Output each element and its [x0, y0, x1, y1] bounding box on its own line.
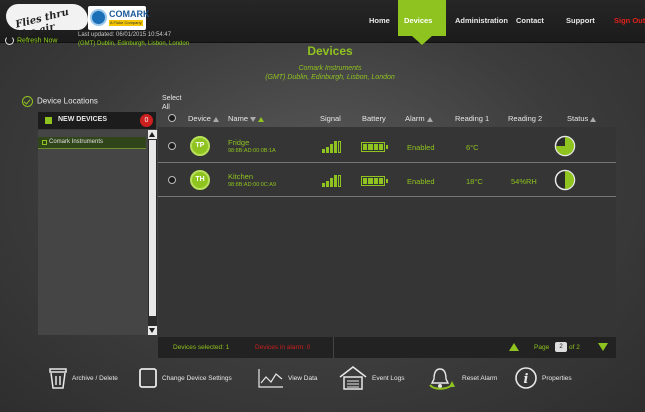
locations-panel: [38, 130, 148, 335]
new-devices-item[interactable]: NEW DEVICES 0: [38, 112, 156, 129]
refresh-icon: [5, 36, 14, 45]
col-signal: Signal: [320, 114, 341, 123]
status-pie-icon: [554, 135, 576, 157]
status-pie-icon: [554, 169, 576, 191]
page-total: of 2: [569, 344, 580, 351]
flies-logo: Flies thru the air: [6, 4, 88, 41]
sort-desc-icon: [250, 116, 257, 122]
refresh-now-button[interactable]: Refresh Now: [5, 36, 57, 45]
select-all-label: Select All: [162, 95, 182, 111]
bell-reset-icon: [429, 368, 455, 390]
comark-logo: COMARK A Fluke Company: [88, 6, 150, 30]
col-reading1: Reading 1: [455, 114, 490, 123]
devices-in-alarm-count: Devices in alarm: 0: [255, 344, 311, 351]
col-status[interactable]: Status: [567, 114, 597, 123]
device-mac: 98:8B:AD:00:0B:1A: [228, 148, 276, 154]
scroll-thumb[interactable]: [149, 140, 156, 316]
archive-delete-button[interactable]: Archive / Delete: [48, 362, 118, 394]
tablet-icon: [139, 368, 157, 388]
sort-asc-active-icon: [258, 116, 265, 122]
signal-strength-icon: [322, 140, 342, 153]
col-device[interactable]: Device: [188, 114, 219, 123]
page-number-input[interactable]: 2: [555, 342, 567, 352]
alarm-status: Enabled: [407, 143, 435, 152]
select-all-radio[interactable]: [168, 114, 176, 122]
trash-icon: [49, 368, 67, 389]
svg-text:i: i: [524, 372, 529, 387]
devices-selected-count: Devices selected: 1: [173, 344, 230, 351]
col-alarm[interactable]: Alarm: [405, 114, 433, 123]
reset-alarm-button[interactable]: Reset Alarm: [428, 362, 497, 394]
reading-1: 6°C: [466, 143, 479, 152]
page-label: Page: [534, 344, 550, 351]
signal-strength-icon: [322, 174, 342, 187]
table-status-bar: Devices selected: 1 Devices in alarm: 0 …: [158, 337, 616, 358]
reading-1: 18°C: [466, 177, 483, 186]
event-logs-button[interactable]: Event Logs: [338, 362, 405, 394]
alarm-status: Enabled: [407, 177, 435, 186]
header-timezone: (GMT) Dublin, Edinburgh, Lisbon, London: [78, 41, 190, 47]
page-prev-arrow-icon[interactable]: [509, 343, 519, 351]
check-circle-icon: [22, 96, 33, 107]
battery-level-icon: [361, 142, 388, 152]
nav-devices[interactable]: Devices: [398, 0, 446, 45]
table-row[interactable]: TH Kitchen 98:8B:AD:00:0C:A9 Enabled 18°…: [158, 164, 616, 197]
table-row[interactable]: TP Fridge 98:8B:AD:00:0B:1A Enabled 6°C: [158, 130, 616, 163]
col-name[interactable]: Name: [228, 114, 265, 123]
sort-asc-icon: [426, 116, 433, 122]
row-select-radio[interactable]: [168, 142, 176, 150]
page-company: Comark Instruments: [298, 65, 362, 72]
locations-scrollbar[interactable]: [148, 130, 157, 335]
col-battery: Battery: [362, 114, 386, 123]
sort-asc-icon: [212, 116, 219, 122]
device-name[interactable]: Fridge: [228, 138, 249, 147]
last-updated-text: Last updated: 06/01/2015 10:54:47: [78, 32, 172, 38]
page-timezone: (GMT) Dublin, Edinburgh, Lisbon, London: [265, 74, 395, 81]
view-data-button[interactable]: View Data: [258, 362, 318, 394]
row-select-radio[interactable]: [168, 176, 176, 184]
device-mac: 98:8B:AD:00:0C:A9: [228, 182, 277, 188]
line-chart-icon: [258, 369, 283, 388]
device-type-icon: TP: [190, 136, 210, 156]
new-devices-count-badge: 0: [140, 114, 153, 127]
battery-level-icon: [361, 176, 388, 186]
scroll-up-arrow-icon[interactable]: [148, 130, 157, 139]
location-square-icon: [42, 140, 47, 145]
info-icon: i: [515, 367, 537, 389]
location-item-comark[interactable]: Comark Instruments: [38, 137, 146, 149]
device-locations-heading: Device Locations: [22, 96, 98, 107]
sort-asc-icon: [590, 116, 597, 122]
device-name[interactable]: Kitchen: [228, 172, 253, 181]
page-title: Devices: [307, 44, 353, 58]
scroll-down-arrow-icon[interactable]: [148, 326, 157, 335]
nav-administration[interactable]: Administration: [455, 16, 508, 25]
properties-button[interactable]: i Properties: [514, 362, 572, 394]
col-reading2: Reading 2: [508, 114, 543, 123]
house-log-icon: [339, 366, 367, 390]
change-device-settings-button[interactable]: Change Device Settings: [138, 362, 232, 394]
nav-contact[interactable]: Contact: [516, 16, 544, 25]
sign-out-link[interactable]: Sign Out: [614, 16, 645, 25]
device-type-icon: TH: [190, 170, 210, 190]
folder-square-icon: [45, 117, 52, 124]
nav-home[interactable]: Home: [369, 16, 390, 25]
reading-2: 54%RH: [511, 177, 537, 186]
nav-support[interactable]: Support: [566, 16, 595, 25]
page-next-arrow-icon[interactable]: [598, 343, 608, 351]
